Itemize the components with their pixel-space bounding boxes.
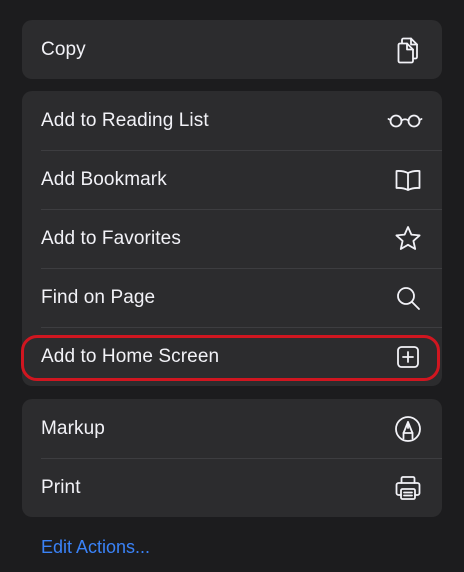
add-to-favorites-label: Add to Favorites — [41, 227, 181, 249]
print-label: Print — [41, 476, 81, 498]
copy-action-label: Copy — [41, 38, 86, 60]
add-to-favorites-action[interactable]: Add to Favorites — [22, 209, 442, 268]
add-to-reading-list-action[interactable]: Add to Reading List — [22, 91, 442, 150]
plus-square-icon — [393, 342, 423, 372]
tools-group: Markup Print — [22, 399, 442, 517]
share-sheet-actions: Copy Add to Reading List Add Bookmark Ad… — [0, 0, 464, 572]
glasses-icon — [387, 106, 423, 136]
star-icon — [393, 224, 423, 254]
search-icon — [393, 283, 423, 313]
find-on-page-label: Find on Page — [41, 286, 156, 308]
add-to-home-screen-label: Add to Home Screen — [41, 345, 220, 367]
markup-action[interactable]: Markup — [22, 399, 442, 458]
markup-label: Markup — [41, 417, 105, 439]
print-action[interactable]: Print — [22, 458, 442, 517]
add-to-home-screen-action[interactable]: Add to Home Screen — [22, 327, 442, 386]
printer-icon — [393, 473, 423, 503]
copy-icon — [393, 35, 423, 65]
book-icon — [393, 165, 423, 195]
markup-pen-icon — [393, 414, 423, 444]
add-bookmark-action[interactable]: Add Bookmark — [22, 150, 442, 209]
edit-actions-link[interactable]: Edit Actions... — [41, 537, 150, 558]
page-actions-group: Add to Reading List Add Bookmark Add to … — [22, 91, 442, 386]
copy-action[interactable]: Copy — [22, 20, 442, 79]
copy-group: Copy — [22, 20, 442, 79]
add-bookmark-label: Add Bookmark — [41, 168, 167, 190]
find-on-page-action[interactable]: Find on Page — [22, 268, 442, 327]
add-to-reading-list-label: Add to Reading List — [41, 109, 209, 131]
